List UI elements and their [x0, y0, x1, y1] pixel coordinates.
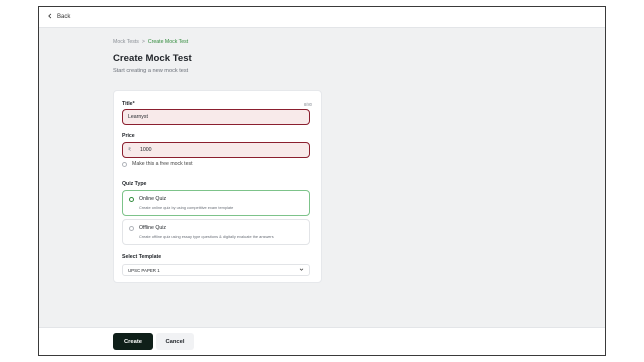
create-button[interactable]: Create — [113, 333, 153, 350]
page-title: Create Mock Test — [113, 53, 192, 64]
price-label: Price — [122, 133, 135, 139]
chevron-left-icon — [47, 13, 53, 21]
quiz-option-description: Create online quiz by using competitive … — [139, 205, 234, 210]
rupee-icon: ₹ — [128, 147, 132, 153]
breadcrumb-separator: > — [141, 39, 145, 45]
back-label: Back — [57, 14, 71, 20]
title-input-value: Learnyst — [128, 114, 148, 120]
breadcrumb-current: Create Mock Test — [147, 39, 189, 45]
radio-selected-icon — [129, 197, 134, 202]
select-template-label: Select Template — [122, 254, 162, 260]
chevron-down-icon — [299, 267, 304, 273]
radio-icon — [129, 226, 134, 231]
cancel-button[interactable]: Cancel — [156, 333, 194, 350]
breadcrumb-mock-tests[interactable]: Mock Tests — [113, 39, 139, 45]
quiz-option-online[interactable]: Online Quiz Create online quiz by using … — [122, 190, 310, 216]
title-label: Title* — [122, 101, 135, 107]
template-select[interactable]: UPSC PAPER 1 — [122, 264, 310, 276]
quiz-option-offline[interactable]: Offline Quiz Create offline quiz using e… — [122, 219, 310, 245]
price-input[interactable]: ₹ 1000 — [122, 142, 310, 158]
footer-bar: Create Cancel — [39, 327, 605, 355]
title-char-counter: 8/80 — [303, 102, 312, 107]
top-bar: Back — [39, 7, 605, 28]
app-window: Back Mock Tests > Create Mock Test Creat… — [38, 6, 606, 356]
quiz-option-description: Create offline quiz using essay type que… — [139, 234, 274, 239]
free-mock-test-radio[interactable]: Make this a free mock test — [122, 161, 193, 167]
quiz-option-title: Online Quiz — [139, 196, 167, 202]
page-subtitle: Start creating a new mock test — [113, 68, 189, 74]
free-mock-test-label: Make this a free mock test — [132, 161, 193, 167]
title-input[interactable]: Learnyst — [122, 109, 310, 125]
price-input-value: 1000 — [140, 147, 152, 153]
breadcrumb: Mock Tests > Create Mock Test — [113, 39, 188, 45]
template-select-value: UPSC PAPER 1 — [128, 267, 160, 273]
back-button[interactable]: Back — [47, 13, 70, 21]
quiz-type-label: Quiz Type — [122, 181, 147, 187]
radio-icon — [122, 161, 127, 167]
quiz-option-title: Offline Quiz — [139, 225, 167, 231]
form-card: Title* 8/80 Learnyst Price ₹ 1000 Make t… — [113, 90, 322, 283]
